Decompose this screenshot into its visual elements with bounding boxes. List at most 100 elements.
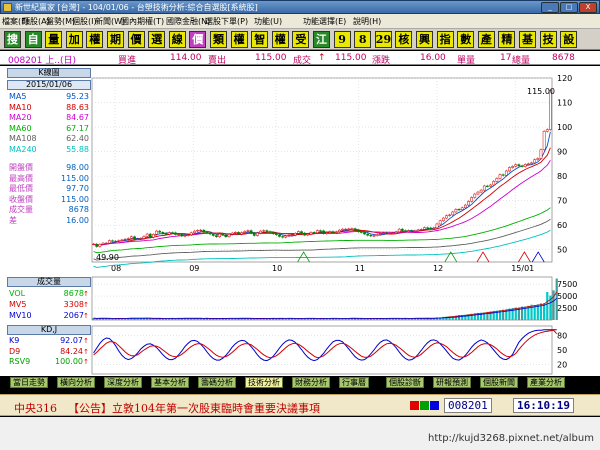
- stock-code[interactable]: 008201 上..(日): [8, 53, 76, 66]
- toolbar-button[interactable]: 受: [292, 31, 310, 48]
- tab-11[interactable]: 產業分析: [527, 377, 565, 388]
- toolbar-button[interactable]: 基: [519, 31, 536, 48]
- close-button[interactable]: X: [579, 2, 597, 13]
- menu-item[interactable]: 個股(I): [72, 16, 97, 27]
- menu-bar: 檔案(F) 類股(A) 盤勢(M) 個股(I) 新聞(W) 國內期權(T) 國際金融(N) 選…: [0, 14, 600, 29]
- toolbar-button[interactable]: 興: [416, 31, 433, 48]
- tab-6[interactable]: 財務分析: [292, 377, 330, 388]
- x-tick: 15/01: [511, 264, 534, 273]
- toolbar-button[interactable]: 量: [45, 31, 63, 48]
- candle-body: [186, 234, 190, 236]
- up-arrow-icon: ↑: [83, 358, 89, 366]
- volume-bar: [353, 318, 357, 320]
- up-arrow-icon: ↑: [83, 290, 89, 298]
- candle-body: [297, 231, 300, 234]
- candle-body: [293, 233, 297, 236]
- volume-bar: [209, 318, 212, 320]
- unit-volume-label: 單量: [457, 56, 476, 66]
- news-headline[interactable]: 【公告】立敦104年第一次股東臨時會重要決議事項: [68, 400, 320, 416]
- toolbar-button[interactable]: 自: [24, 31, 42, 48]
- candle-body: [530, 162, 533, 165]
- toolbar-button[interactable]: 技: [539, 31, 557, 48]
- toolbar-button[interactable]: 線: [168, 31, 186, 48]
- volume-bar: [410, 318, 413, 320]
- candle-body: [549, 90, 552, 130]
- toolbar-button[interactable]: 江: [313, 31, 330, 48]
- tab-3[interactable]: 基本分析: [151, 377, 189, 388]
- vol-label: MV10: [9, 311, 32, 320]
- tab-5[interactable]: 技術分析: [245, 377, 283, 388]
- price-label: 成交量: [9, 205, 33, 214]
- minimize-button[interactable]: _: [541, 2, 559, 13]
- menu-item[interactable]: 選股下單(P): [205, 16, 248, 27]
- total-volume-label: 總量: [512, 56, 531, 66]
- menu-item[interactable]: 國際金融(N): [166, 16, 210, 27]
- toolbar-button[interactable]: 精: [498, 31, 516, 48]
- candle-body: [155, 230, 158, 235]
- toolbar-button[interactable]: 核: [395, 31, 413, 48]
- tab-4[interactable]: 籌碼分析: [198, 377, 236, 388]
- candle-body: [319, 230, 322, 232]
- toolbar-button[interactable]: 類: [210, 31, 227, 48]
- price-value: 8678: [68, 205, 89, 214]
- candle-body: [274, 233, 278, 236]
- menu-item[interactable]: 說明(H): [353, 16, 381, 27]
- tab-7[interactable]: 行事曆: [339, 377, 369, 388]
- candle-body: [303, 232, 307, 236]
- candle-body: [98, 244, 102, 247]
- candle-body: [356, 229, 360, 233]
- toolbar-button[interactable]: 搜: [4, 31, 21, 48]
- menu-item[interactable]: 功能(U): [254, 16, 282, 27]
- tab-8[interactable]: 個股診斷: [386, 377, 424, 388]
- toolbar-button[interactable]: 權: [230, 31, 248, 48]
- toolbar-button[interactable]: 選: [148, 31, 166, 48]
- tab-9[interactable]: 研報預測: [433, 377, 471, 388]
- menu-item[interactable]: 功能選擇(E): [303, 16, 346, 27]
- toolbar-button[interactable]: 9: [333, 31, 351, 48]
- toolbar-button[interactable]: 加: [65, 31, 83, 48]
- tab-2[interactable]: 深度分析: [104, 377, 142, 388]
- toolbar-button[interactable]: 價: [127, 31, 145, 48]
- trade-price: 115.00: [335, 53, 367, 63]
- menu-item[interactable]: 盤勢(M): [46, 16, 75, 27]
- ma-label: MA240: [9, 144, 37, 154]
- toolbar-button[interactable]: 價: [189, 31, 207, 48]
- tab-0[interactable]: 當日走勢: [10, 377, 48, 388]
- toolbar-button[interactable]: 智: [251, 31, 269, 48]
- candle-body: [400, 228, 404, 231]
- toolbar-button[interactable]: 設: [560, 31, 578, 48]
- toolbar: 搜自量加權期價選線價類權智權受江 9 8 29 核興指數產精基技設: [0, 29, 600, 50]
- price-tick: 100: [557, 123, 572, 132]
- ma-label: MA20: [9, 113, 32, 122]
- unit-volume: 17: [500, 53, 512, 63]
- toolbar-button[interactable]: 權: [86, 31, 104, 48]
- sell-label: 賣出: [208, 56, 227, 66]
- toolbar-button[interactable]: 期: [107, 31, 124, 48]
- x-tick: 11: [355, 264, 365, 273]
- volume-bar: [250, 318, 253, 320]
- candle-body: [397, 228, 401, 233]
- candle-body: [476, 191, 480, 195]
- toolbar-button[interactable]: 數: [457, 31, 475, 48]
- toolbar-button[interactable]: 權: [271, 31, 289, 48]
- maximize-button[interactable]: □: [560, 2, 578, 13]
- candle-body: [306, 233, 310, 236]
- toolbar-button[interactable]: 指: [436, 31, 454, 48]
- candle-body: [240, 232, 244, 235]
- volume-bar: [398, 318, 401, 320]
- toolbar-button[interactable]: 8: [354, 31, 372, 48]
- tab-10[interactable]: 個股新聞: [480, 377, 518, 388]
- kdj-label: RSV9: [9, 357, 31, 366]
- candle-body: [161, 232, 165, 234]
- toolbar-button[interactable]: 產: [477, 31, 495, 48]
- candle-body: [215, 235, 218, 237]
- tab-1[interactable]: 橫向分析: [57, 377, 95, 388]
- menu-item[interactable]: 國內期權(T): [121, 16, 164, 27]
- vol-label: VOL: [9, 289, 26, 298]
- price-label: 最高價: [9, 173, 33, 183]
- candle-body: [256, 232, 259, 236]
- candle-body: [271, 232, 275, 235]
- volume-bar: [316, 318, 319, 320]
- toolbar-button[interactable]: 29: [374, 31, 392, 48]
- candle-body: [360, 231, 363, 233]
